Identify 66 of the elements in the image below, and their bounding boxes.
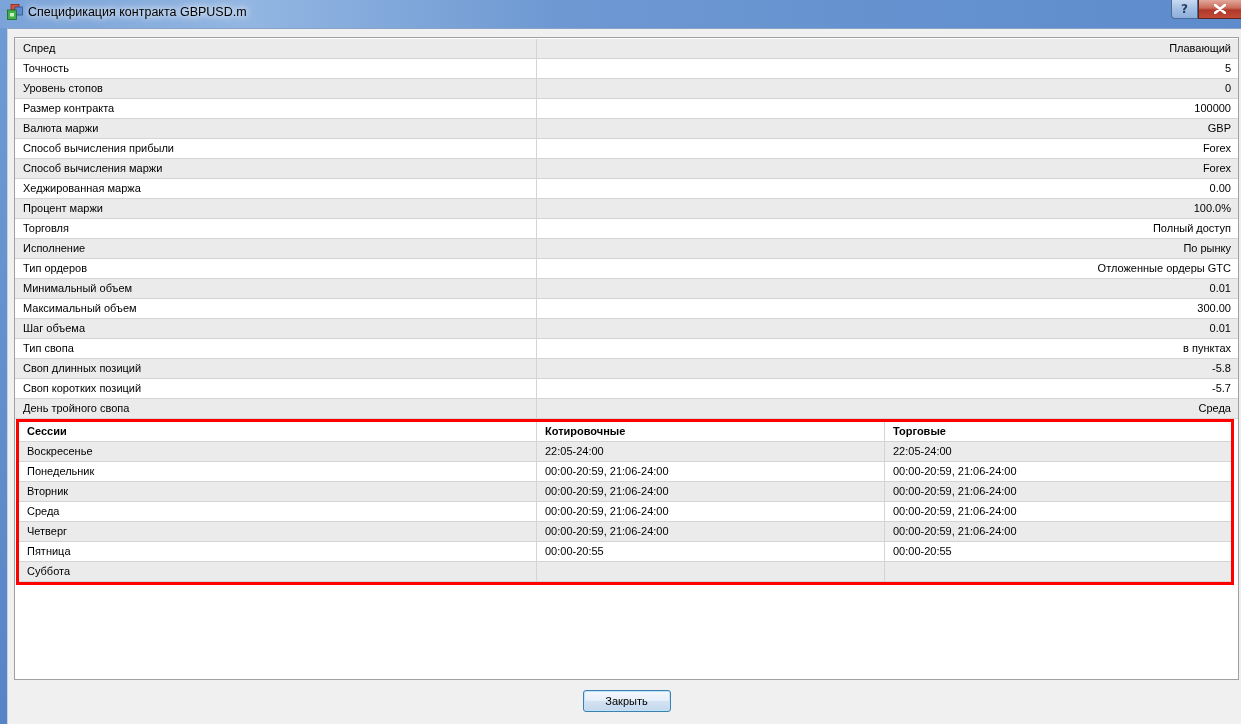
table-cell-text: 0.01 [1208,321,1232,336]
table-cell: Тип ордеров [15,259,537,278]
table-cell: 00:00-20:59, 21:06-24:00 [537,462,885,481]
table-cell: Спред [15,39,537,58]
table-cell-text: Forex [1201,161,1232,176]
table-cell-text: 22:05-24:00 [892,444,953,459]
table-cell-text: 0.00 [1208,181,1232,196]
table-cell-text: 100000 [1193,101,1232,116]
table-cell: Хеджированная маржа [15,179,537,198]
table-cell-text: 00:00-20:59, 21:06-24:00 [892,504,1018,519]
table-cell-text: 00:00-20:59, 21:06-24:00 [892,464,1018,479]
table-cell: Исполнение [15,239,537,258]
table-cell: Процент маржи [15,199,537,218]
table-cell-text: Полный доступ [1151,221,1232,236]
close-button[interactable] [1198,0,1241,19]
table-cell-text: -5.8 [1211,361,1232,376]
column-header: Торговые [892,424,947,439]
help-button[interactable]: ? [1171,0,1198,19]
table-cell: Размер контракта [15,99,537,118]
window-title: Спецификация контракта GBPUSD.m [28,5,247,19]
table-cell-text: Среда [1197,401,1232,416]
app-icon [7,4,23,20]
table-cell: Вторник [19,482,537,501]
table-cell-text: 0.01 [1208,281,1232,296]
table-cell-text: 00:00-20:59, 21:06-24:00 [892,484,1018,499]
table-cell: Воскресенье [19,442,537,461]
column-header: Котировочные [537,422,885,441]
table-cell: Шаг объема [15,319,537,338]
table-cell-text: GBP [1206,121,1232,136]
table-cell: Минимальный объем [15,279,537,298]
table-cell-text: 100.0% [1192,201,1232,216]
table-cell: Своп коротких позиций [15,379,537,398]
table-cell-text: 0 [1223,81,1232,96]
table-cell: Пятница [19,542,537,561]
table-cell: Своп длинных позиций [15,359,537,378]
table-cell-text: 00:00-20:59, 21:06-24:00 [892,524,1018,539]
table-cell: Тип свопа [15,339,537,358]
table-cell: Способ вычисления прибыли [15,139,537,158]
table-cell-text: По рынку [1182,241,1232,256]
table-cell: Понедельник [19,462,537,481]
table-cell: Четверг [19,522,537,541]
table-cell-text: Плавающий [1168,41,1232,56]
table-cell: 22:05-24:00 [537,442,885,461]
column-header: Сессии [19,422,537,441]
table-cell: 00:00-20:59, 21:06-24:00 [537,502,885,521]
table-cell: Уровень стопов [15,79,537,98]
table-cell: Торговля [15,219,537,238]
table-cell-text: Отложенные ордеры GTC [1096,261,1232,276]
table-cell-text: -5.7 [1211,381,1232,396]
table-cell-text: в пунктах [1182,341,1232,356]
close-dialog-button[interactable]: Закрыть [582,690,671,712]
close-icon [1214,4,1226,14]
table-cell: Способ вычисления маржи [15,159,537,178]
table-cell-text: 00:00-20:55 [892,544,953,559]
table-cell-text: Forex [1201,141,1232,156]
table-cell: Точность [15,59,537,78]
table-cell: 00:00-20:59, 21:06-24:00 [537,482,885,501]
table-cell: Суббота [19,562,537,581]
table-cell: Среда [19,502,537,521]
table-cell: 00:00-20:59, 21:06-24:00 [537,522,885,541]
table-cell-text: 300.00 [1196,301,1232,316]
table-cell-text: 5 [1223,61,1232,76]
table-cell: Валюта маржи [15,119,537,138]
table-cell: Максимальный объем [15,299,537,318]
table-cell: День тройного свопа [15,399,537,418]
table-cell: 00:00-20:55 [537,542,885,561]
